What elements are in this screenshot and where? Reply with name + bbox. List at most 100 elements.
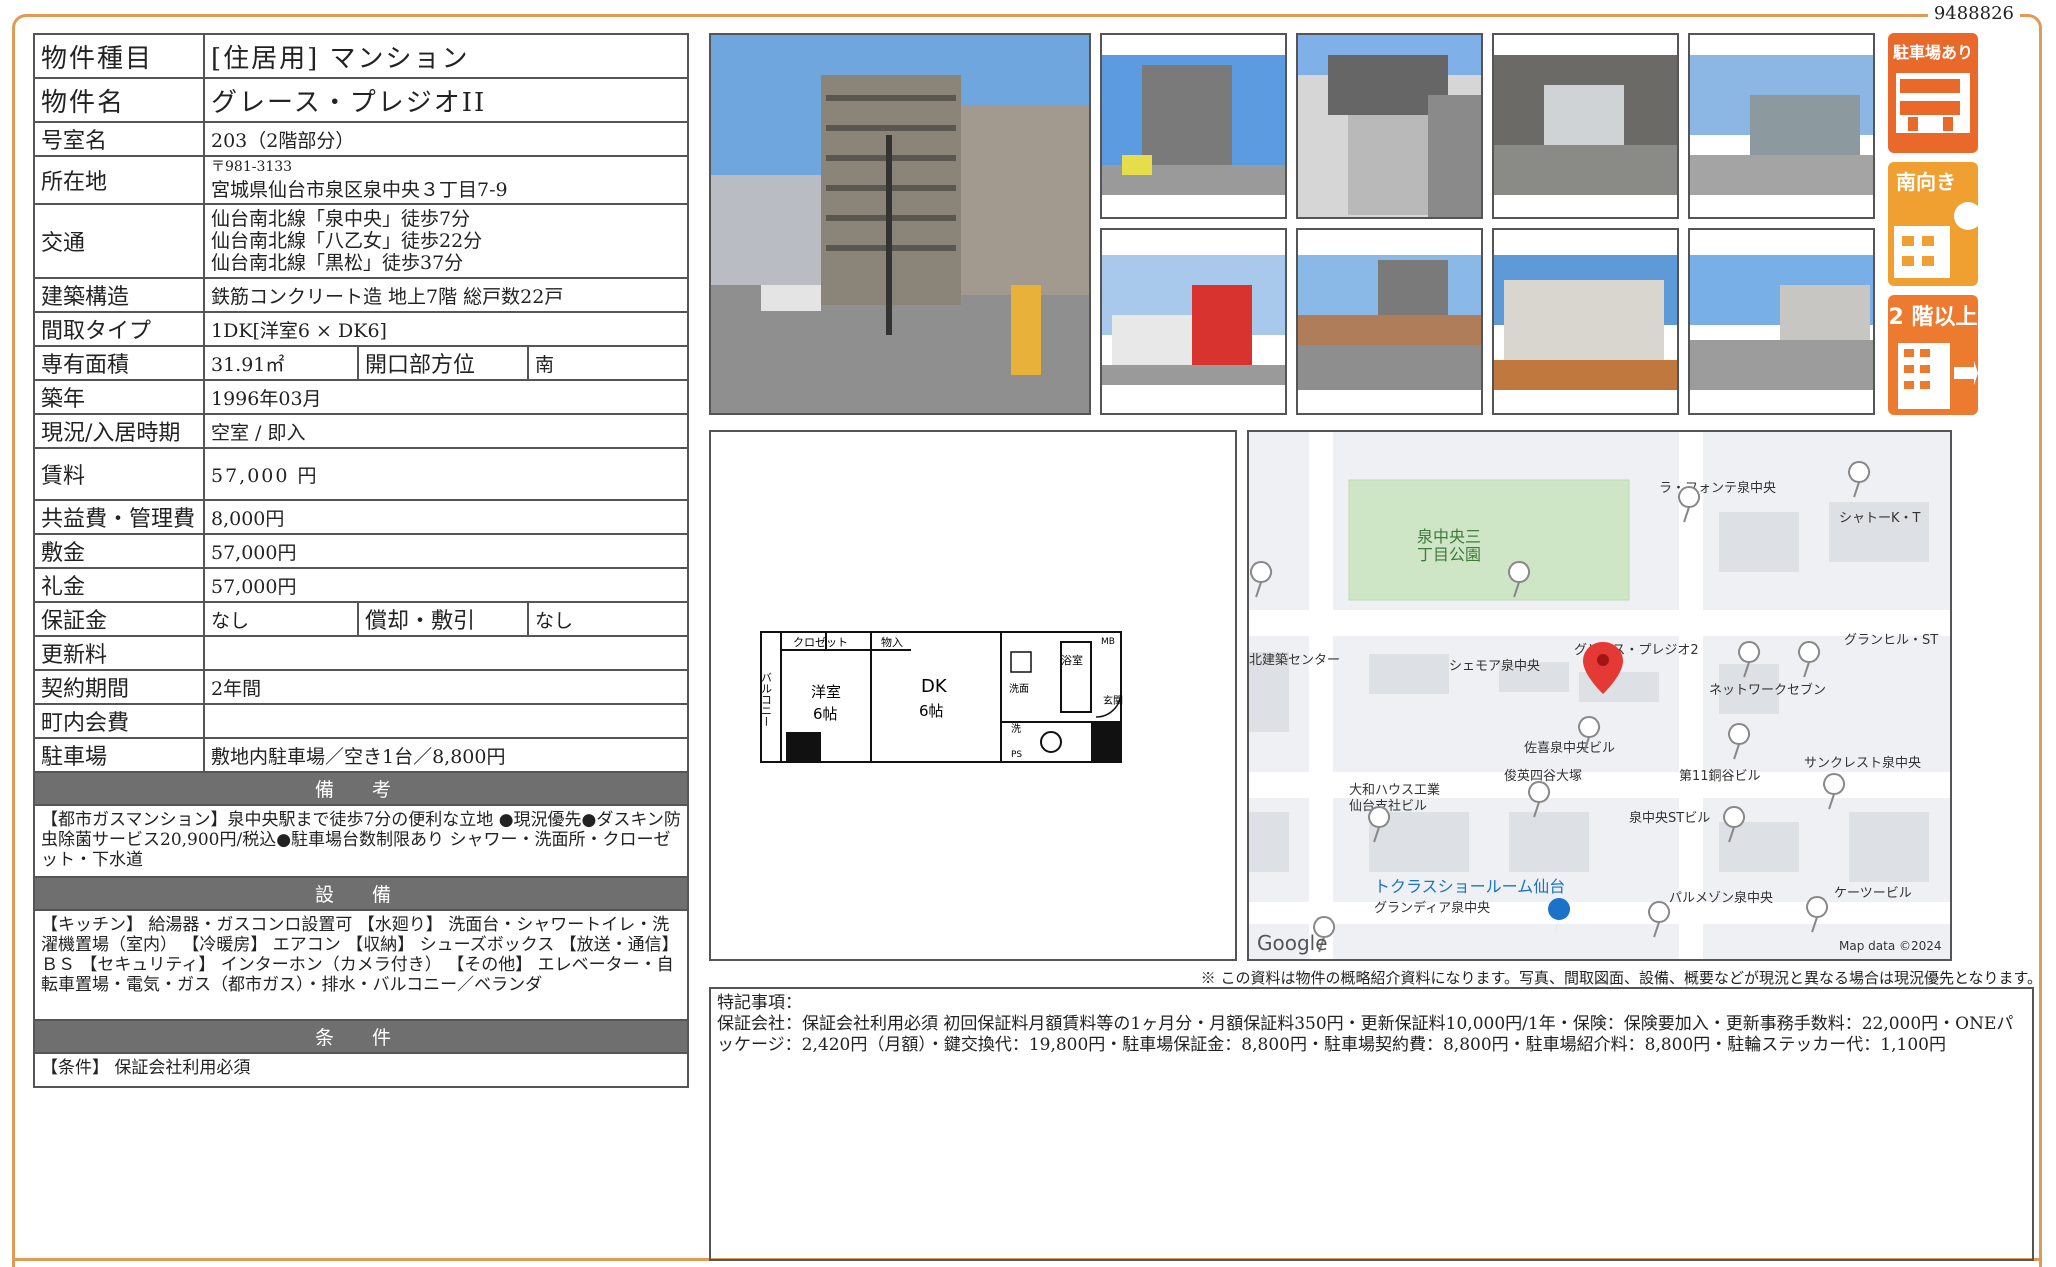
address-label: 所在地	[33, 155, 205, 205]
area-label: 専有面積	[33, 345, 205, 381]
layout-value: 1DK[洋室6 × DK6]	[202, 311, 690, 347]
map-label: 第11銅谷ビル	[1679, 769, 1761, 784]
entrance-label: 玄関	[1103, 694, 1123, 707]
western-room-size: 6帖	[813, 705, 838, 723]
park-label: 泉中央三	[1417, 527, 1481, 546]
fee-label: 共益費・管理費	[33, 499, 205, 535]
contract-label: 契約期間	[33, 669, 205, 705]
bath-label: 浴室	[1061, 653, 1083, 667]
map-label: シェモア泉中央	[1449, 658, 1540, 674]
south-facing-badge: 南向き	[1888, 162, 1978, 286]
map-label: シャトーK・T	[1839, 511, 1921, 526]
access-line: 仙台南北線「八乙女」徒歩22分	[211, 230, 483, 252]
direction-label: 開口部方位	[357, 345, 529, 381]
structure-label: 建築構造	[33, 277, 205, 313]
parking-icon	[1896, 73, 1970, 133]
map-label: パルメゾン泉中央	[1669, 890, 1773, 906]
sun-house-icon	[1894, 202, 1978, 278]
south-badge-label: 南向き	[1896, 170, 1956, 194]
key-money-value: 57,000円	[202, 567, 690, 603]
rent-label: 賃料	[33, 447, 205, 501]
room-label: 号室名	[33, 121, 205, 157]
floor-plan: クロゼット 物入 バルコニー 洋室 6帖 DK 6帖 洗面 浴室 MB 玄関 洗…	[709, 430, 1237, 961]
deposit-label: 敷金	[33, 533, 205, 569]
map-label: ネットワークセブン	[1709, 682, 1826, 698]
map-credit: Map data ©2024	[1839, 939, 1942, 953]
equipment-header: 設 備	[32, 876, 690, 911]
fee-value: 8,000円	[202, 499, 690, 535]
direction-value: 南	[526, 345, 690, 381]
map-label: ケーツービル	[1834, 886, 1912, 901]
access-line: 仙台南北線「泉中央」徒歩7分	[211, 208, 471, 230]
guarantee-label: 保証金	[33, 601, 205, 637]
key-money-label: 礼金	[33, 567, 205, 603]
shopping-mall-photo	[1492, 228, 1679, 415]
status-value: 空室 / 即入	[202, 413, 690, 449]
main-building-photo	[709, 33, 1091, 415]
remarks-header: 備 考	[32, 771, 690, 806]
built-value: 1996年03月	[202, 379, 690, 415]
renewal-value	[202, 635, 690, 671]
equipment-text: 【キッチン】 給湯器・ガスコンロ設置可 【水廻り】 洗面台・シャワートイレ・洗濯…	[32, 909, 690, 1021]
map-label: ラ・フォンテ泉中央	[1659, 480, 1776, 496]
map-label: グランヒル・ST	[1844, 633, 1938, 648]
parking-badge-label: 駐車場あり	[1892, 43, 1973, 62]
conditions-text: 【条件】 保証会社利用必須	[32, 1052, 690, 1088]
dk-size: 6帖	[919, 702, 944, 720]
conditions-header: 条 件	[32, 1019, 690, 1054]
disclaimer-note: ※ この資料は物件の概略紹介資料になります。写真、間取図面、設備、概要などが現況…	[1200, 969, 2042, 987]
mb-label: MB	[1101, 637, 1115, 647]
access-line: 仙台南北線「黒松」徒歩37分	[211, 252, 464, 274]
floor-badge-label: 2 階以上	[1888, 305, 1978, 330]
google-logo: Google	[1257, 931, 1328, 955]
location-map[interactable]: 泉中央三 丁目公園 ラ・フォンテ泉中央 シャトーK・T グランヒル・ST 北建築…	[1247, 430, 1952, 961]
amortization-value: なし	[526, 601, 690, 637]
built-label: 築年	[33, 379, 205, 415]
structure-value: 鉄筋コンクリート造 地上7階 総戸数22戸	[202, 277, 690, 313]
room-value: 203（2階部分）	[202, 121, 690, 157]
dk-label: DK	[921, 676, 948, 697]
deposit-value: 57,000円	[202, 533, 690, 569]
building-photo-2	[1100, 33, 1287, 219]
town-fee-value	[202, 703, 690, 739]
parking-available-badge: 駐車場あり	[1888, 33, 1978, 153]
closet-label: クロゼット	[793, 636, 848, 649]
property-info-table: 物件種目 [住居用] マンション 物件名 グレース・プレジオII 号室名 203（2階…	[32, 33, 690, 1088]
type-value: [住居用] マンション	[202, 33, 690, 79]
storage-label: 物入	[881, 635, 903, 649]
map-label: サンクレスト泉中央	[1804, 755, 1921, 771]
property-name: グレース・プレジオII	[202, 77, 690, 123]
document-id: 9488826	[1927, 3, 2020, 24]
map-label: 泉中央STビル	[1629, 810, 1710, 826]
western-room-label: 洋室	[811, 683, 841, 701]
status-label: 現況/入居時期	[33, 413, 205, 449]
wash-label: 洗面	[1009, 683, 1029, 695]
ps-label: PS	[1011, 750, 1022, 760]
contract-value: 2年間	[202, 669, 690, 705]
layout-label: 間取タイプ	[33, 311, 205, 347]
guarantee-value: なし	[203, 601, 359, 637]
renewal-label: 更新料	[33, 635, 205, 671]
park-label-2: 丁目公園	[1417, 545, 1481, 564]
map-label: 大和ハウス工業	[1349, 782, 1440, 798]
building-floor-icon	[1898, 343, 1978, 409]
special-notes-title: 特記事項：	[717, 993, 802, 1013]
balcony-label: バルコニー	[760, 672, 773, 727]
address-value: 宮城県仙台市泉区泉中央３丁目7-9	[211, 178, 508, 201]
area-value: 31.91㎡	[203, 345, 359, 381]
access-cell: 仙台南北線「泉中央」徒歩7分 仙台南北線「八乙女」徒歩22分 仙台南北線「黒松」徒歩…	[202, 203, 690, 279]
address-cell: 〒981-3133 宮城県仙台市泉区泉中央３丁目7-9	[202, 155, 690, 205]
amortization-label: 償却・敷引	[357, 601, 529, 637]
town-fee-label: 町内会費	[33, 703, 205, 739]
map-label: 佐喜泉中央ビル	[1524, 740, 1615, 756]
entrance-photo	[1296, 33, 1483, 219]
special-notes-text: 保証会社：保証会社利用必須 初回保証料月額賃料等の1ヶ月分・月額保証料350円・…	[717, 1014, 2014, 1055]
rent-value: 57,000 円	[202, 447, 690, 501]
nearby-photo-2	[1296, 228, 1483, 415]
drugstore-photo	[1100, 228, 1287, 415]
access-label: 交通	[33, 203, 205, 279]
showroom-label: トクラスショールーム仙台	[1374, 877, 1565, 896]
bicycle-shed-photo	[1688, 33, 1875, 219]
name-label: 物件名	[33, 77, 205, 123]
special-notes-box: 特記事項： 保証会社：保証会社利用必須 初回保証料月額賃料等の1ヶ月分・月額保証…	[709, 987, 2034, 1261]
